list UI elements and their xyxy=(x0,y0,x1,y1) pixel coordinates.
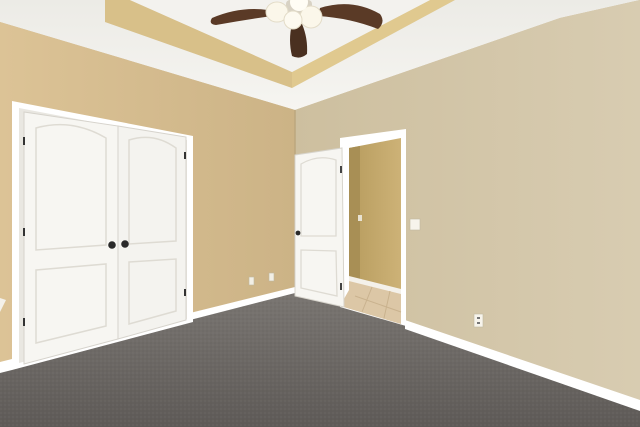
door-knob-icon xyxy=(108,241,116,249)
outlet-slot xyxy=(477,322,480,324)
outlet-icon xyxy=(268,272,275,282)
bedroom-door-hinge xyxy=(340,166,342,173)
light-switch-icon xyxy=(409,218,421,231)
bedroom-scene xyxy=(0,0,640,427)
door-knob-icon xyxy=(295,230,301,236)
closet-hinge-bottom xyxy=(23,318,25,326)
closet-hinge-top xyxy=(23,137,25,145)
hall-light-switch-icon xyxy=(358,215,362,221)
hallway-side-wall xyxy=(349,146,360,281)
outlet-icon xyxy=(248,276,255,286)
outlet-icon xyxy=(473,313,484,328)
fan-light-center xyxy=(283,10,303,30)
closet-hinge-right-top xyxy=(184,152,186,159)
bedroom-door-hinge xyxy=(340,283,342,290)
closet-hinge-right-bottom xyxy=(184,289,186,296)
outlet-slot xyxy=(477,317,480,319)
door-knob-icon xyxy=(121,240,129,248)
closet-hinge-mid xyxy=(23,228,25,236)
